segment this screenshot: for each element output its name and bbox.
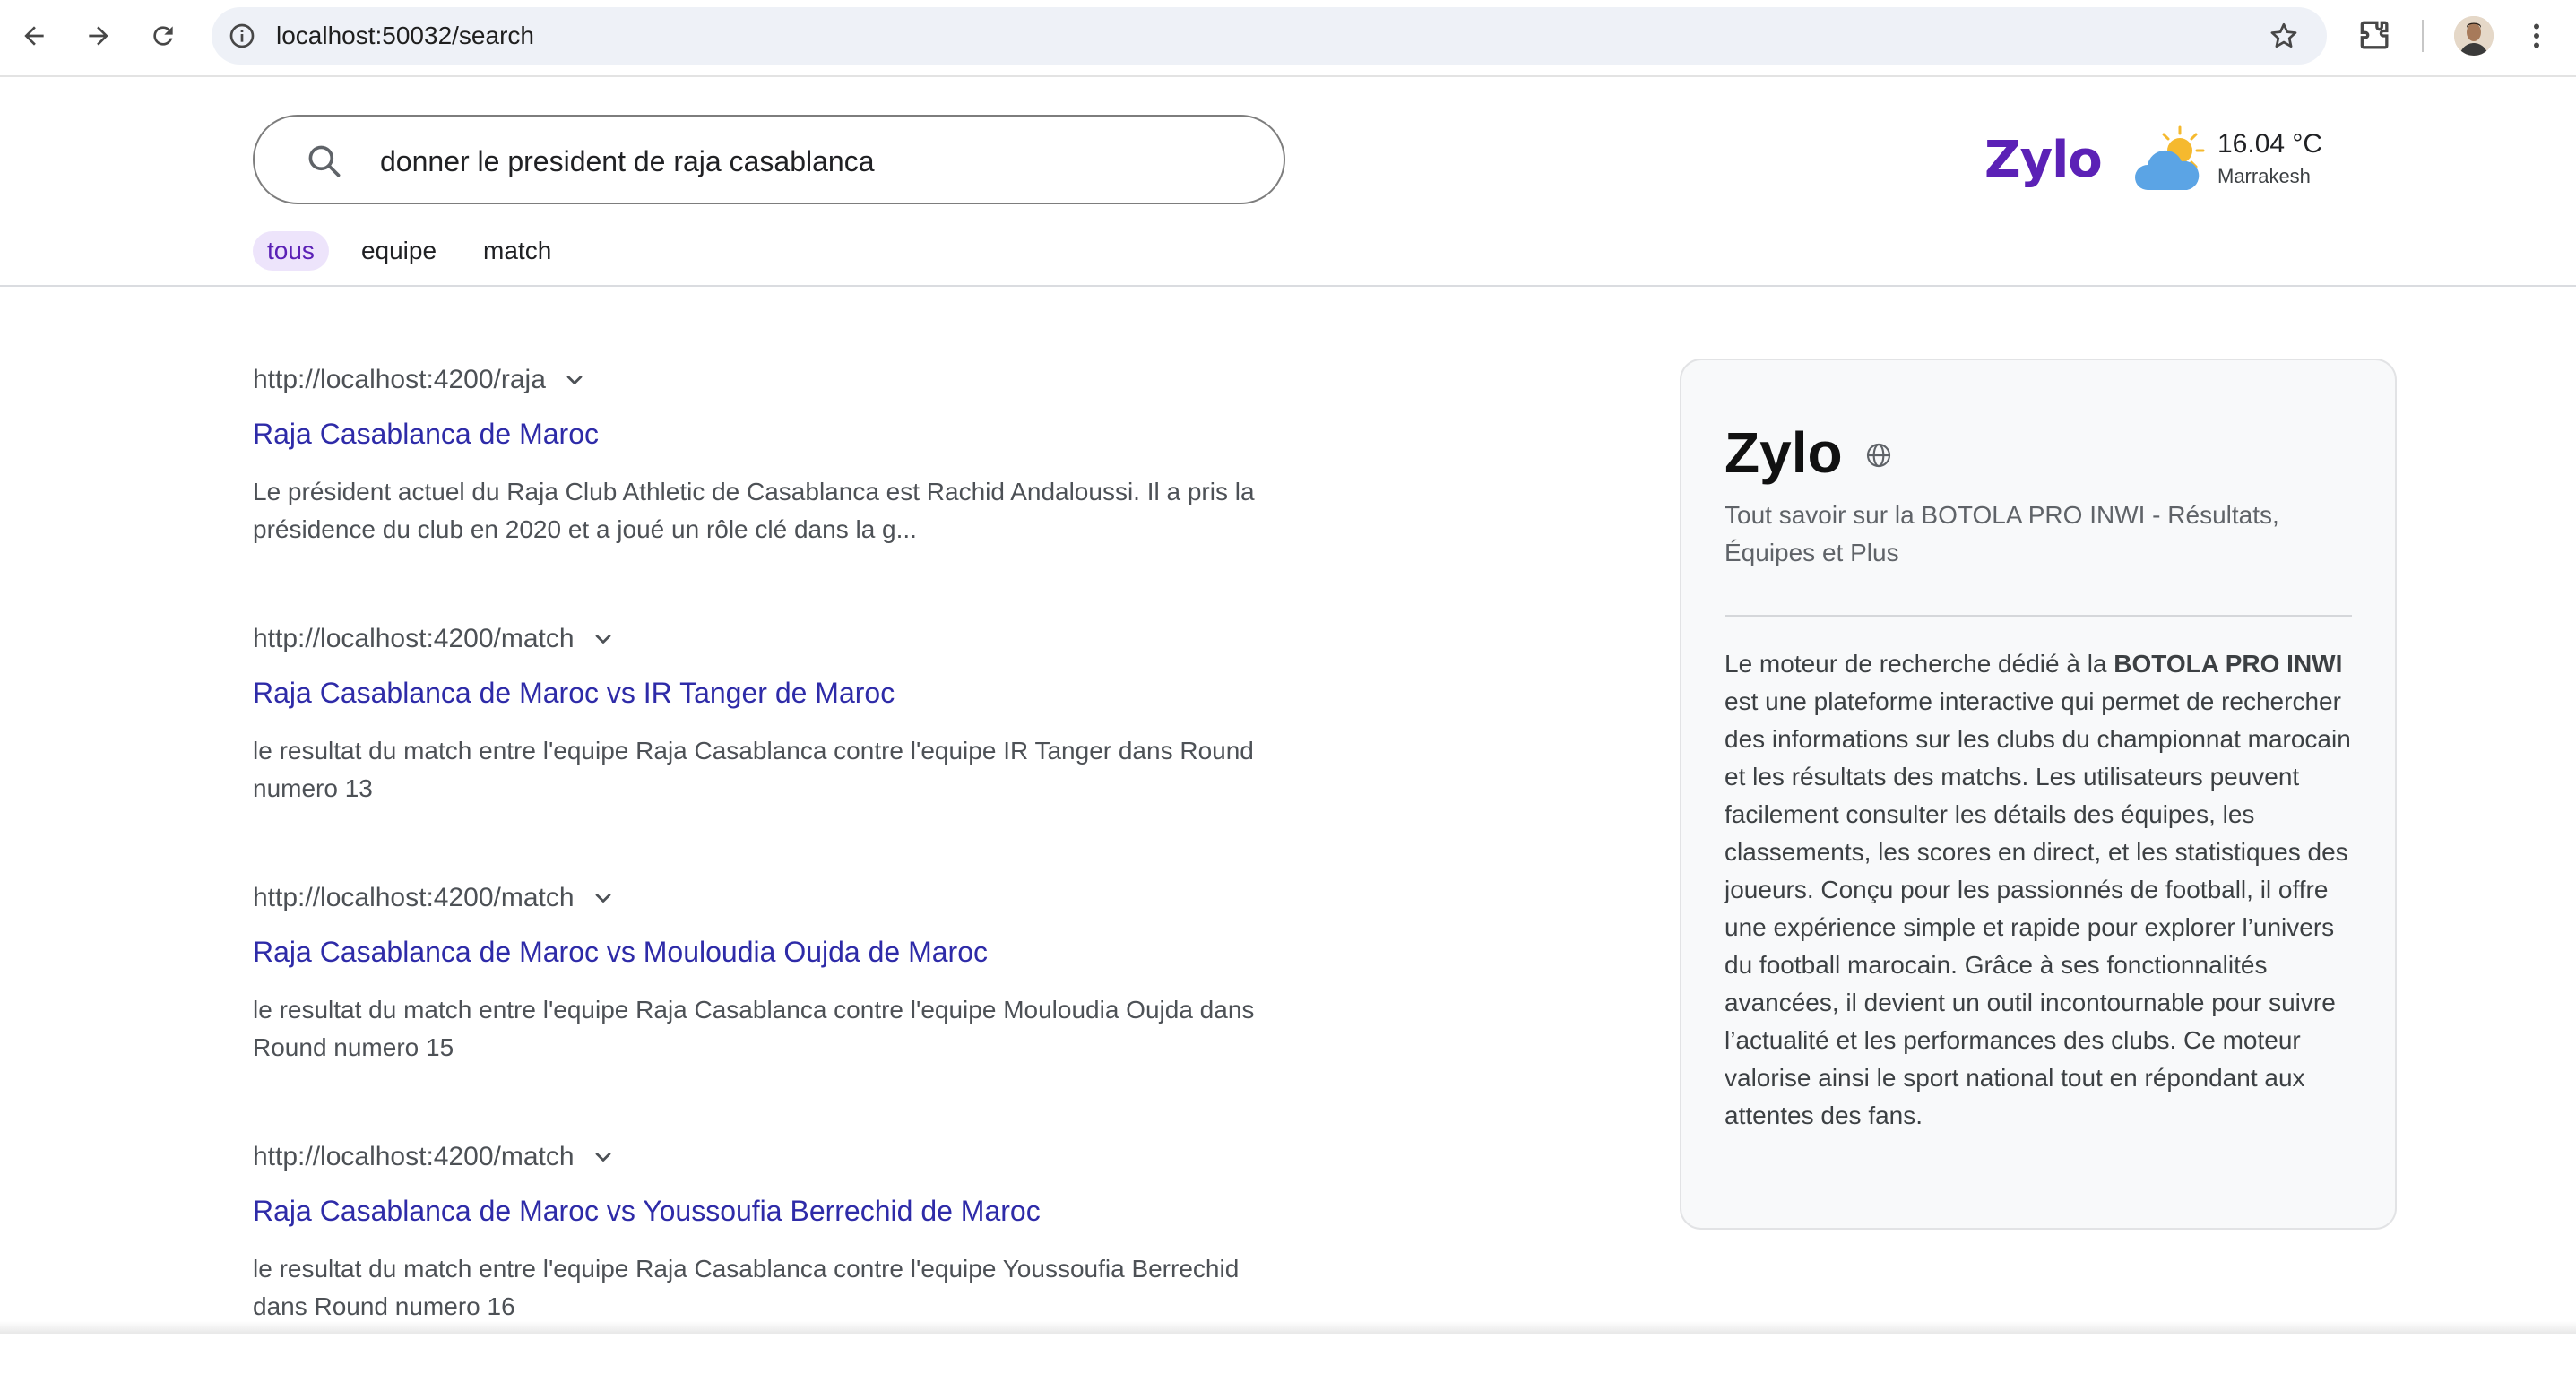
search-bar[interactable] xyxy=(253,115,1285,204)
window-bottom-edge xyxy=(0,1321,2576,1334)
result-snippet: Le président actuel du Raja Club Athleti… xyxy=(253,478,1255,543)
result-title-link[interactable]: Raja Casablanca de Maroc vs Mouloudia Ou… xyxy=(253,932,1292,972)
chevron-down-icon[interactable] xyxy=(591,626,616,652)
knowledge-panel-title-row: Zylo xyxy=(1725,419,1893,486)
arrow-right-icon xyxy=(89,26,108,46)
chevron-down-icon[interactable] xyxy=(562,367,587,393)
chevron-down-icon[interactable] xyxy=(591,886,616,911)
globe-icon[interactable] xyxy=(1864,441,1893,470)
result-title-link[interactable]: Raja Casablanca de Maroc vs Youssoufia B… xyxy=(253,1191,1292,1231)
result-snippet: le resultat du match entre l'equipe Raja… xyxy=(253,737,1254,802)
result-title-link[interactable]: Raja Casablanca de Maroc vs IR Tanger de… xyxy=(253,673,1292,713)
forward-button[interactable] xyxy=(77,14,120,57)
search-icon[interactable] xyxy=(305,142,344,181)
tab-tous[interactable]: tous xyxy=(253,231,329,271)
result-item: http://localhost:4200/match Raja Casabla… xyxy=(253,1132,1292,1391)
filter-tabs: tous equipe match xyxy=(253,231,566,271)
reload-button[interactable] xyxy=(142,14,185,57)
result-url: http://localhost:4200/raja xyxy=(253,365,546,394)
result-snippet: le resultat du match entre l'equipe Raja… xyxy=(253,1255,1240,1320)
result-url: http://localhost:4200/match xyxy=(253,883,575,912)
back-button[interactable] xyxy=(13,14,56,57)
tab-equipe[interactable]: equipe xyxy=(347,231,451,271)
description-rest: est une plateforme interactive qui perme… xyxy=(1725,687,2351,1129)
divider xyxy=(1725,615,2352,617)
knowledge-panel: Zylo Tout savoir sur la BOTOLA PRO INWI … xyxy=(1680,359,2397,1230)
more-vert-icon[interactable] xyxy=(2520,16,2553,56)
result-url: http://localhost:4200/match xyxy=(253,1142,575,1171)
toolbar-divider xyxy=(2422,20,2424,52)
address-url: localhost:50032/search xyxy=(276,22,534,49)
result-item: http://localhost:4200/match Raja Casabla… xyxy=(253,873,1292,1132)
weather-city: Marrakesh xyxy=(2217,165,2311,187)
result-item: http://localhost:4200/match Raja Casabla… xyxy=(253,614,1292,873)
browser-toolbar: localhost:50032/search xyxy=(0,0,2576,77)
search-header: Zylo 16.04 °C Marrakesh tous equipe matc… xyxy=(0,77,2576,287)
logo[interactable]: Zylo xyxy=(1984,131,2103,189)
search-input[interactable] xyxy=(380,133,1240,190)
result-url-row[interactable]: http://localhost:4200/match xyxy=(253,873,1292,923)
result-url: http://localhost:4200/match xyxy=(253,624,575,653)
profile-avatar[interactable] xyxy=(2454,16,2494,56)
description-intro: Le moteur de recherche dédié à la xyxy=(1725,650,2114,678)
site-info-icon[interactable] xyxy=(224,18,260,54)
bookmark-star-icon[interactable] xyxy=(2268,20,2300,52)
partly-cloudy-icon xyxy=(2135,125,2205,190)
result-url-row[interactable]: http://localhost:4200/match xyxy=(253,1132,1292,1182)
weather-temperature: 16.04 °C xyxy=(2217,129,2323,159)
arrow-left-icon xyxy=(24,26,44,46)
knowledge-panel-subtitle: Tout savoir sur la BOTOLA PRO INWI - Rés… xyxy=(1725,501,2279,566)
result-url-row[interactable]: http://localhost:4200/raja xyxy=(253,355,1292,405)
reload-icon xyxy=(153,26,173,46)
result-item: http://localhost:4200/raja Raja Casablan… xyxy=(253,355,1292,614)
address-bar[interactable]: localhost:50032/search xyxy=(212,7,2327,65)
description-bold: BOTOLA PRO INWI xyxy=(2114,650,2343,678)
result-url-row[interactable]: http://localhost:4200/match xyxy=(253,614,1292,664)
extensions-icon[interactable] xyxy=(2356,16,2395,56)
result-snippet: le resultat du match entre l'equipe Raja… xyxy=(253,996,1255,1061)
knowledge-panel-title: Zylo xyxy=(1725,420,1843,485)
search-results: http://localhost:4200/raja Raja Casablan… xyxy=(253,355,1292,1391)
knowledge-panel-description: Le moteur de recherche dédié à la BOTOLA… xyxy=(1725,645,2359,1135)
chevron-down-icon[interactable] xyxy=(591,1145,616,1170)
result-title-link[interactable]: Raja Casablanca de Maroc xyxy=(253,414,1292,454)
tab-match[interactable]: match xyxy=(469,231,566,271)
